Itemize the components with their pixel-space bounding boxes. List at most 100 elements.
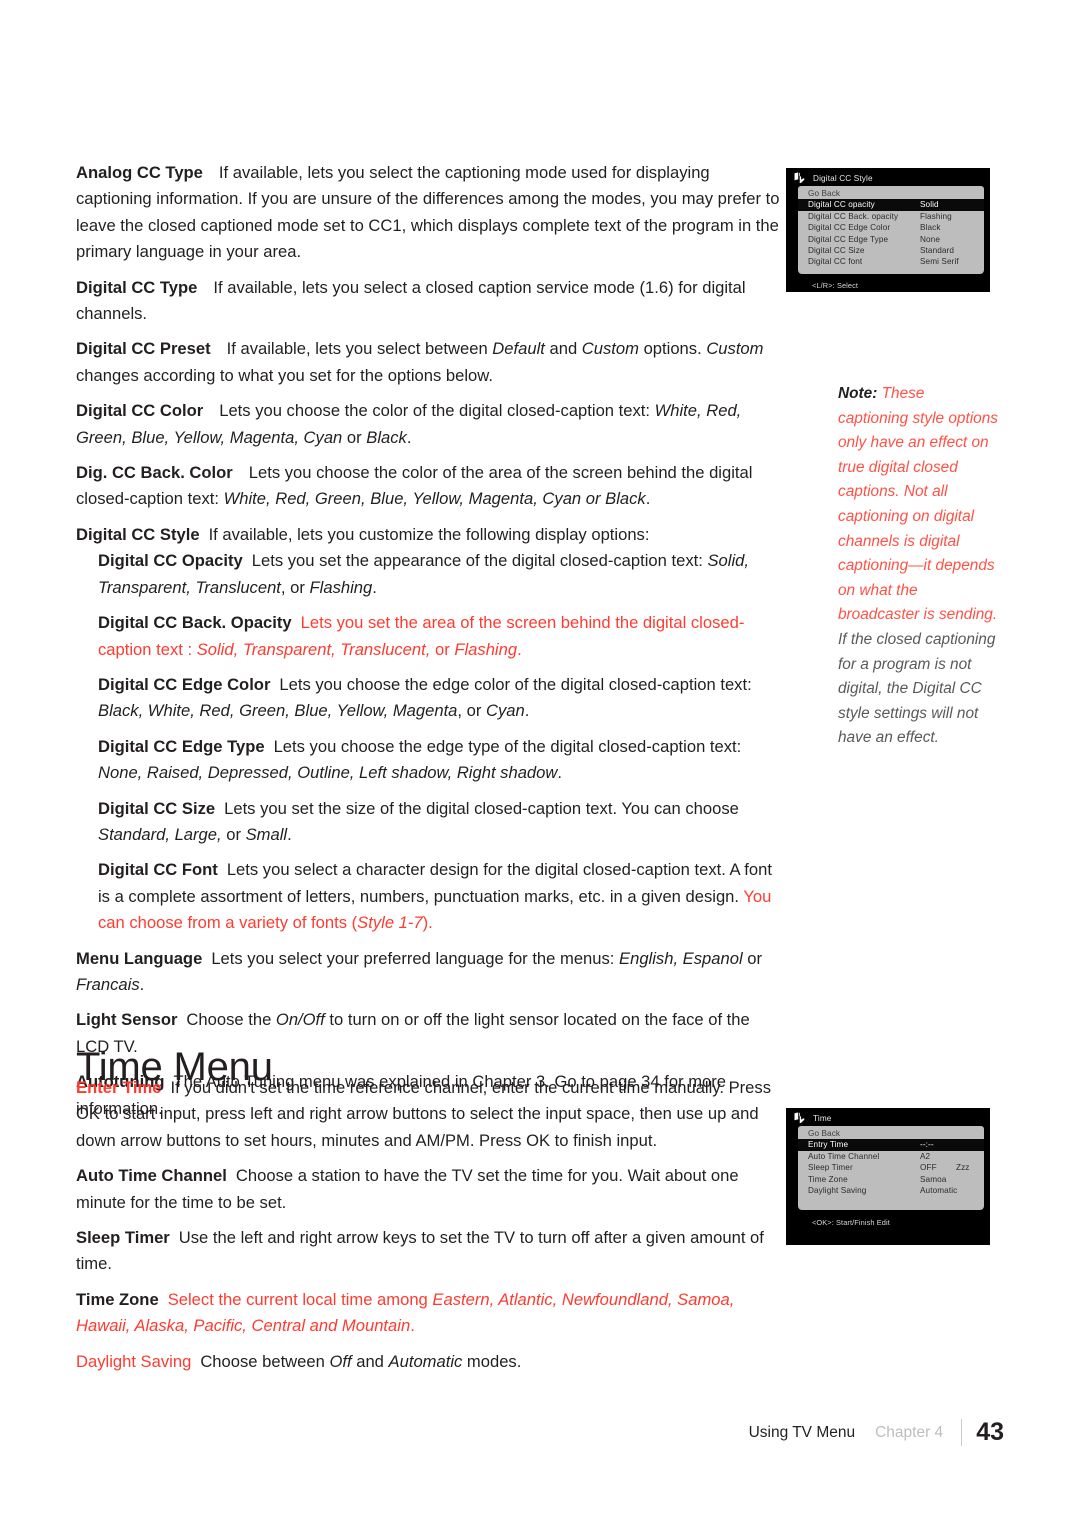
- osd-footer-hint: <L/R>: Select: [812, 280, 859, 290]
- osd-menu-item[interactable]: Digital CC opacity Solid: [798, 199, 984, 211]
- osd-item-label: Digital CC Back. opacity: [808, 211, 899, 221]
- hand-pointer-icon: [792, 170, 808, 186]
- entry-dig-cc-back-color: Dig. CC Back. Color Lets you choose the c…: [76, 460, 780, 513]
- osd-menu-item[interactable]: Digital CC Edge Color Black: [798, 222, 984, 233]
- entry-enter-time: Enter Time If you didn't set the time ref…: [76, 1075, 782, 1154]
- subentry-label: Digital CC Edge Color: [98, 674, 271, 694]
- osd-menu-panel: Go Back Entry Time --:-- Auto Time Channe…: [798, 1126, 984, 1211]
- subentry-body-a: Lets you choose the edge color of the di…: [279, 674, 752, 694]
- entry-analog-cc-type: Analog CC Type If available, lets you sel…: [76, 160, 780, 266]
- entry-label: Digital CC Style: [76, 524, 200, 544]
- osd-item-label: Digital CC Size: [808, 246, 865, 256]
- entry-em-b: Black: [366, 427, 407, 447]
- subentry-em-a: Black, White, Red, Green, Blue, Yellow, …: [98, 701, 458, 721]
- entry-body-b: .: [645, 489, 651, 509]
- entry-body-a: Choose the: [186, 1010, 276, 1030]
- entry-digital-cc-preset: Digital CC Preset If available, lets you …: [76, 336, 780, 389]
- osd-title: Digital CC Style: [813, 173, 873, 183]
- osd-header: Digital CC Style: [786, 168, 990, 185]
- entry-body-a: Select the current local time among: [167, 1289, 433, 1309]
- osd-item-label: Daylight Saving: [808, 1186, 867, 1196]
- osd-item-value2: [957, 1185, 980, 1196]
- osd-menu-item[interactable]: Digital CC Size Standard: [798, 245, 984, 256]
- osd-screenshot-time: Time Go Back Entry Time --:-- Auto Time C…: [786, 1108, 990, 1245]
- osd-item-label: Digital CC Edge Color: [808, 223, 891, 233]
- subentry-em-a: Solid, Transparent, Translucent,: [196, 639, 431, 659]
- subentry-body-b: .: [557, 763, 562, 783]
- osd-item-value: Samoa: [920, 1174, 947, 1184]
- osd-item-label: Go Back: [808, 1129, 841, 1138]
- entry-em-a: English, Espanol: [619, 948, 743, 968]
- entry-body: If available, lets you customize the fol…: [208, 524, 650, 544]
- page-footer: Using TV Menu Chapter 4 43: [0, 1418, 1004, 1447]
- osd-item-label: Digital CC opacity: [808, 200, 875, 210]
- time-menu-text-column: Enter Time If you didn't set the time ref…: [76, 1075, 782, 1384]
- subentry-body-c: .: [524, 701, 530, 721]
- osd-item-value2: Zzz: [956, 1163, 970, 1173]
- entry-time-zone: Time Zone Select the current local time a…: [76, 1287, 782, 1340]
- osd-menu-item-go-back[interactable]: Go Back: [798, 188, 984, 199]
- osd-menu-item[interactable]: Time Zone Samoa: [798, 1174, 984, 1185]
- subentry-em-b: Cyan: [486, 701, 525, 721]
- osd-item-value2: [956, 1139, 980, 1150]
- subentry-label: Digital CC Back. Opacity: [98, 613, 292, 633]
- subentry-em-a: Standard, Large,: [98, 824, 222, 844]
- osd-footer-hint: <OK>: Start/Finish Edit: [812, 1218, 890, 1228]
- entry-body-c: modes.: [462, 1351, 522, 1371]
- osd-menu-item[interactable]: Sleep Timer OFF Zzz: [798, 1162, 984, 1173]
- osd-menu-item[interactable]: Auto Time Channel A2: [798, 1151, 984, 1162]
- entry-em-a: Default: [492, 339, 545, 359]
- osd-item-value: OFF: [920, 1163, 937, 1173]
- osd-item-label: Auto Time Channel: [808, 1151, 880, 1161]
- entry-em-a: White, Red, Green, Blue, Yellow, Magenta…: [223, 489, 646, 509]
- osd-item-label: Digital CC font: [808, 257, 863, 267]
- osd-item-value: A2: [920, 1151, 931, 1161]
- entry-em-c: Custom: [706, 339, 764, 359]
- osd-item-value: Standard: [920, 246, 955, 256]
- entry-label: Dig. CC Back. Color: [76, 463, 233, 483]
- subentry-em-b: Small: [245, 824, 288, 844]
- osd-item-value: --:--: [920, 1140, 934, 1150]
- entry-label: Time Zone: [76, 1289, 159, 1309]
- entry-body-b: and: [351, 1351, 389, 1371]
- entry-body: Use the left and right arrow keys to set…: [76, 1228, 764, 1274]
- note-prefix: Note:: [838, 385, 878, 402]
- entry-body-a: Choose between: [200, 1351, 330, 1371]
- osd-item-value: None: [920, 234, 940, 244]
- subentry-body-b: or: [430, 639, 455, 659]
- osd-item-label: Entry Time: [808, 1140, 849, 1150]
- osd-menu-item[interactable]: Digital CC Back. opacity Flashing: [798, 211, 984, 222]
- entry-em-a: Off: [329, 1351, 352, 1371]
- osd-item-label: Sleep Timer: [808, 1163, 853, 1173]
- osd-menu-item[interactable]: Digital CC Edge Type None: [798, 234, 984, 245]
- osd-item-value: Automatic: [920, 1186, 958, 1196]
- entry-em-a: On/Off: [275, 1010, 325, 1030]
- osd-title: Time: [813, 1113, 832, 1123]
- entry-em-b: Custom: [581, 339, 639, 359]
- osd-menu-panel: Go Back Digital CC opacity Solid Digital …: [798, 186, 984, 274]
- entry-body-a: Lets you select your preferred language …: [211, 948, 620, 968]
- osd-menu-item[interactable]: Entry Time --:--: [798, 1139, 984, 1151]
- osd-screenshot-digital-cc-style: Digital CC Style Go Back Digital CC opac…: [786, 168, 990, 292]
- osd-menu-item[interactable]: Daylight Saving Automatic: [798, 1185, 984, 1196]
- entry-label: Light Sensor: [76, 1010, 178, 1030]
- entry-auto-time-channel: Auto Time Channel Choose a station to hav…: [76, 1163, 782, 1216]
- subentry-red-em: Style 1-7: [357, 913, 423, 933]
- entry-label: Sleep Timer: [76, 1228, 170, 1248]
- subentry-body-b: or: [221, 824, 246, 844]
- subentry-body-a: Lets you choose the edge type of the dig…: [273, 736, 742, 756]
- entry-label: Digital CC Preset: [76, 339, 211, 359]
- subentry-label: Digital CC Edge Type: [98, 736, 265, 756]
- entry-sleep-timer: Sleep Timer Use the left and right arrow …: [76, 1225, 782, 1278]
- osd-item-value: Solid: [920, 200, 939, 210]
- osd-menu-item-go-back[interactable]: Go Back: [798, 1128, 984, 1139]
- footer-chapter: Chapter 4: [875, 1423, 944, 1441]
- subentry-digital-cc-font: Digital CC Font Lets you select a charact…: [98, 857, 780, 936]
- osd-item-value: Semi Serif: [920, 257, 959, 267]
- subentry-body-b: , or: [280, 577, 310, 597]
- osd-menu-item[interactable]: Digital CC font Semi Serif: [798, 256, 984, 267]
- entry-digital-cc-color: Digital CC Color Lets you choose the colo…: [76, 398, 780, 451]
- main-text-column: Analog CC Type If available, lets you sel…: [76, 160, 780, 1131]
- subentry-body-a: Lets you set the appearance of the digit…: [251, 551, 708, 571]
- entry-body-a: If available, lets you select between: [226, 339, 493, 359]
